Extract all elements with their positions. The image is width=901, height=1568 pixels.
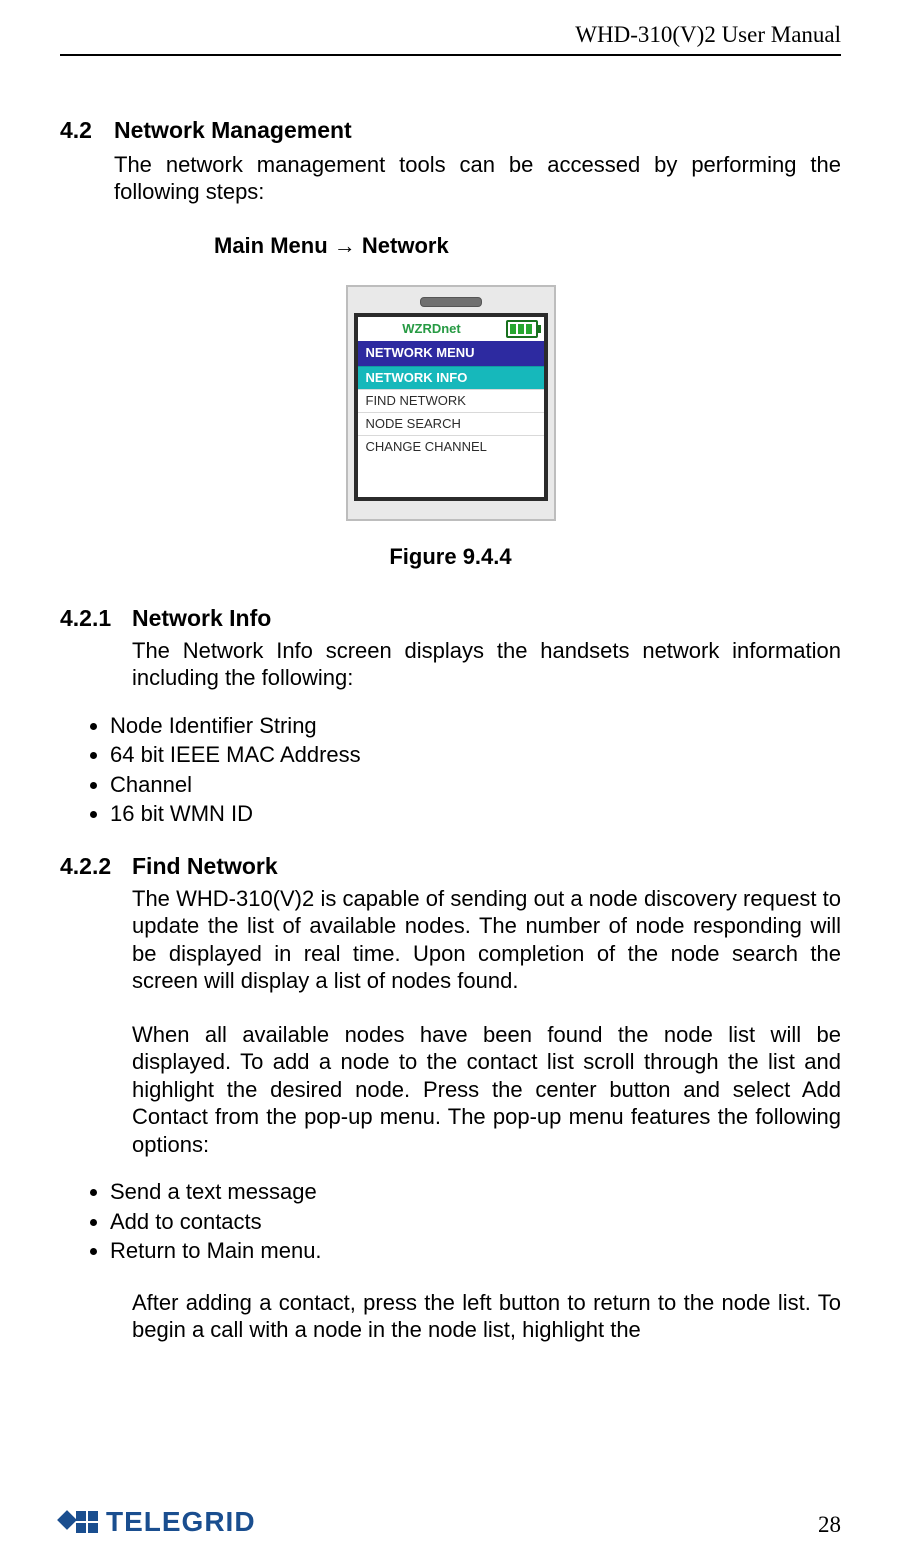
- device-menu-item-change-channel[interactable]: CHANGE CHANNEL: [358, 435, 544, 458]
- section-4-2-1-bullets: Node Identifier String 64 bit IEEE MAC A…: [60, 712, 841, 828]
- figure-9-4-4: WZRDnet NETWORK MENU NETWORK INFO FIND N…: [60, 285, 841, 520]
- section-4-2-2-bullets: Send a text message Add to contacts Retu…: [60, 1178, 841, 1265]
- section-4-2-1-intro: The Network Info screen displays the han…: [132, 637, 841, 692]
- heading-number: 4.2.1: [60, 604, 132, 633]
- bullet-item: 64 bit IEEE MAC Address: [110, 741, 841, 769]
- device-menu-item-find-network[interactable]: FIND NETWORK: [358, 389, 544, 412]
- device-blank-area: [358, 459, 544, 497]
- section-4-2-intro: The network management tools can be acce…: [114, 151, 841, 206]
- footer: TELEGRID 28: [0, 1506, 901, 1538]
- device-mockup: WZRDnet NETWORK MENU NETWORK INFO FIND N…: [346, 285, 556, 520]
- heading-number: 4.2: [60, 116, 114, 145]
- device-speaker: [354, 297, 548, 307]
- page-number: 28: [818, 1512, 841, 1538]
- heading-title: Network Info: [132, 604, 271, 633]
- header: WHD-310(V)2 User Manual: [60, 22, 841, 54]
- heading-number: 4.2.2: [60, 852, 132, 881]
- heading-title: Network Management: [114, 116, 352, 145]
- heading-4-2-2: 4.2.2 Find Network: [60, 852, 841, 881]
- doc-title: WHD-310(V)2 User Manual: [575, 22, 841, 48]
- bullet-item: Send a text message: [110, 1178, 841, 1206]
- figure-caption: Figure 9.4.4: [60, 543, 841, 571]
- logo-icon: [60, 1511, 98, 1533]
- section-4-2-2-para2: When all available nodes have been found…: [132, 1021, 841, 1159]
- heading-4-2-1: 4.2.1 Network Info: [60, 604, 841, 633]
- bullet-item: Return to Main menu.: [110, 1237, 841, 1265]
- heading-title: Find Network: [132, 852, 278, 881]
- bullet-item: Channel: [110, 771, 841, 799]
- section-4-2-2-para3: After adding a contact, press the left b…: [132, 1289, 841, 1344]
- header-rule: [60, 54, 841, 56]
- battery-icon: [506, 320, 538, 338]
- bullet-item: Add to contacts: [110, 1208, 841, 1236]
- breadcrumb: Main Menu → Network: [114, 232, 841, 260]
- device-brand: WZRDnet: [364, 321, 500, 337]
- bullet-item: Node Identifier String: [110, 712, 841, 740]
- content: 4.2 Network Management The network manag…: [60, 116, 841, 1344]
- device-menu-title: NETWORK MENU: [358, 341, 544, 365]
- device-menu-item-node-search[interactable]: NODE SEARCH: [358, 412, 544, 435]
- logo: TELEGRID: [60, 1506, 256, 1538]
- heading-4-2: 4.2 Network Management: [60, 116, 841, 145]
- page: WHD-310(V)2 User Manual 4.2 Network Mana…: [0, 0, 901, 1568]
- logo-text: TELEGRID: [106, 1506, 256, 1538]
- device-menu-item-network-info[interactable]: NETWORK INFO: [358, 366, 544, 389]
- bullet-item: 16 bit WMN ID: [110, 800, 841, 828]
- device-status-bar: WZRDnet: [358, 317, 544, 341]
- device-screen: WZRDnet NETWORK MENU NETWORK INFO FIND N…: [354, 313, 548, 500]
- section-4-2-2-para1: The WHD-310(V)2 is capable of sending ou…: [132, 885, 841, 995]
